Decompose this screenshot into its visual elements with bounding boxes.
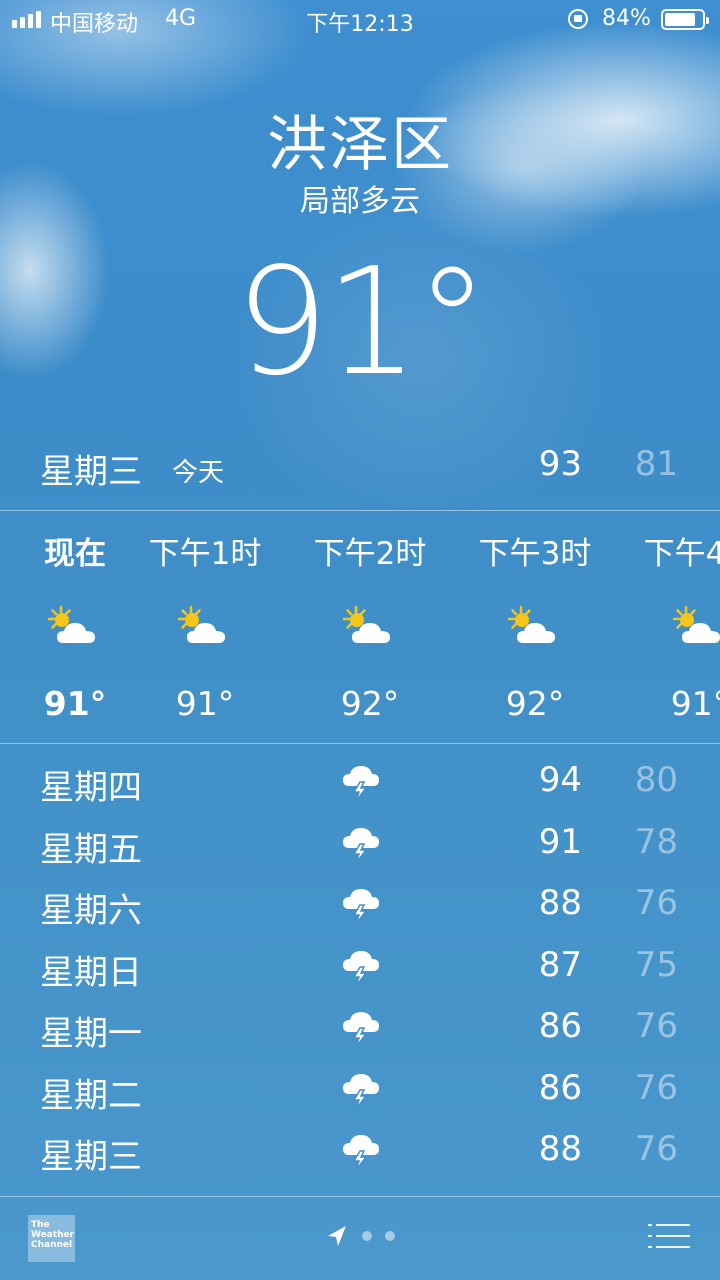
- hourly-item: 下午4时 91°: [625, 512, 720, 723]
- hourly-temperature: 91°: [175, 684, 235, 723]
- daily-high: 86: [538, 1006, 582, 1046]
- partly-sunny-icon: [625, 592, 720, 662]
- today-day: 星期三: [40, 452, 142, 492]
- daily-low: 76: [634, 1006, 678, 1046]
- city-list-icon[interactable]: [648, 1223, 690, 1249]
- hourly-time: 下午1时: [148, 536, 262, 572]
- hourly-temperature: 91°: [43, 684, 107, 723]
- daily-low: 76: [634, 1129, 678, 1169]
- partly-sunny-icon: [130, 592, 280, 662]
- hourly-temperature: 92°: [505, 684, 565, 723]
- hourly-item: 下午3时 92°: [460, 512, 610, 723]
- daily-day: 星期三: [40, 1137, 142, 1177]
- battery-fill: [665, 13, 696, 26]
- thunderstorm-icon: [340, 762, 382, 802]
- daily-low: 75: [634, 944, 678, 985]
- thunderstorm-icon: [340, 824, 382, 864]
- daily-row: 星期四 94 80: [0, 752, 720, 814]
- thunderstorm-icon: [340, 947, 382, 987]
- rotation-lock-icon: [568, 9, 588, 29]
- today-summary: 星期三 今天 93 81: [0, 440, 720, 492]
- page-dot[interactable]: [385, 1231, 395, 1241]
- daily-high: 87: [538, 944, 582, 985]
- bottom-toolbar: The Weather Channel: [0, 1197, 720, 1280]
- battery-icon: [661, 9, 709, 30]
- thunderstorm-icon: [340, 1131, 382, 1171]
- daily-row: 星期日 87 75: [0, 937, 720, 999]
- daily-row: 星期三 88 76: [0, 1121, 720, 1183]
- current-temperature: 91°: [234, 236, 489, 408]
- hourly-temperature: 91°: [670, 684, 720, 723]
- today-high: 93: [538, 444, 582, 484]
- daily-row: 星期五 91 78: [0, 814, 720, 876]
- hourly-forecast[interactable]: 现在 91° 下午1时 91° 下午2时 92° 下午3时 92° 下午4时 91°: [0, 512, 720, 742]
- daily-day: 星期五: [40, 829, 142, 870]
- daily-row: 星期一 86 76: [0, 998, 720, 1060]
- daily-low: 80: [634, 760, 678, 800]
- daily-row: 星期二 86 76: [0, 1060, 720, 1122]
- daily-low: 76: [634, 883, 678, 923]
- daily-day: 星期四: [40, 768, 142, 808]
- hourly-time: 下午2时: [313, 536, 427, 572]
- battery-percent: 84%: [602, 6, 651, 31]
- daily-row: 星期六 88 76: [0, 875, 720, 937]
- daily-high: 91: [538, 821, 582, 862]
- city-name: 洪泽区: [267, 110, 453, 180]
- location-arrow-icon[interactable]: [327, 1225, 347, 1247]
- hourly-time: 下午3时: [478, 536, 592, 572]
- daily-high: 86: [538, 1067, 582, 1108]
- daily-low: 78: [634, 821, 678, 862]
- weather-channel-logo[interactable]: The Weather Channel: [28, 1215, 75, 1262]
- divider-middle: [0, 743, 720, 744]
- daily-high: 88: [538, 883, 582, 923]
- daily-high: 88: [538, 1129, 582, 1169]
- daily-low: 76: [634, 1067, 678, 1108]
- daily-day: 星期一: [40, 1014, 142, 1054]
- daily-forecast[interactable]: 星期四 94 80 星期五 91 78 星期六 88 76 星期日 87 75 星期一 86 76 星期二 86…: [0, 752, 720, 1197]
- thunderstorm-icon: [340, 1070, 382, 1110]
- daily-day: 星期二: [40, 1075, 142, 1116]
- daily-day: 星期六: [40, 891, 142, 931]
- partly-sunny-icon: [295, 592, 445, 662]
- partly-sunny-icon: [460, 592, 610, 662]
- today-low: 81: [634, 444, 678, 484]
- hourly-item: 下午1时 91°: [130, 512, 280, 723]
- weather-condition: 局部多云: [300, 184, 420, 219]
- hourly-time: 下午4时: [643, 536, 720, 572]
- hourly-item: 下午2时 92°: [295, 512, 445, 723]
- hourly-time: 现在: [44, 536, 106, 572]
- thunderstorm-icon: [340, 885, 382, 925]
- daily-high: 94: [538, 760, 582, 800]
- today-label: 今天: [172, 458, 225, 488]
- status-bar: 中国移动 4G 下午12:13 84%: [0, 0, 720, 40]
- divider-top: [0, 510, 720, 511]
- hourly-item: 现在 91°: [0, 512, 150, 723]
- partly-sunny-icon: [0, 592, 150, 662]
- thunderstorm-icon: [340, 1008, 382, 1048]
- daily-day: 星期日: [40, 952, 142, 993]
- hourly-temperature: 92°: [340, 684, 400, 723]
- page-dot[interactable]: [362, 1231, 372, 1241]
